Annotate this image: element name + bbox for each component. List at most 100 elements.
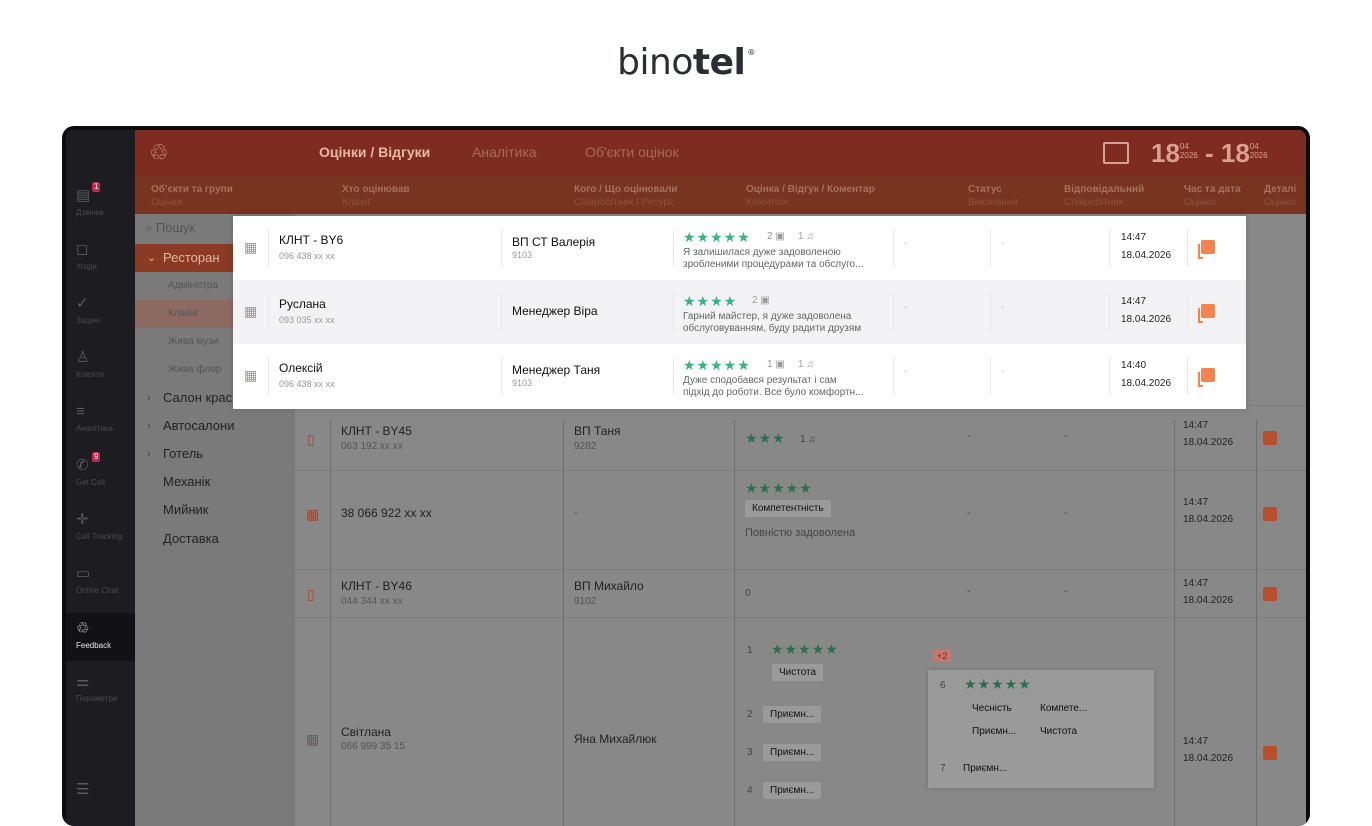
client-phone: 093 035 xx xx	[279, 315, 335, 325]
sidebar-item-online-chat[interactable]: ▭ Online Chat	[66, 566, 135, 620]
employee-name: Яна Михайлюк	[574, 732, 657, 746]
sidebar-item-deals[interactable]: ◻ Угоди	[66, 242, 135, 296]
responsible-value: -	[1001, 302, 1005, 313]
divider	[673, 294, 674, 330]
get-call-icon: ✆ 9	[76, 452, 101, 474]
employee-name: -	[574, 508, 578, 519]
sidebar-item-call-tracking[interactable]: ✛ Call Tracking	[66, 512, 135, 566]
client-name: КЛНТ - BY46	[341, 579, 412, 593]
tree-search[interactable]: ⌕ Пошук	[135, 220, 195, 236]
responsible-value: -	[1001, 238, 1005, 249]
sidebar-item-tasks[interactable]: ✓ Задачі	[66, 296, 135, 350]
tree-item-hotel[interactable]: › Готель	[135, 440, 295, 468]
table-row[interactable]: ▦ 38 066 922 xx xx - ★★★★★ Компетентніст…	[295, 472, 1306, 570]
rating-stars: ★★★★	[683, 293, 738, 309]
more-ratings-badge[interactable]: +2	[933, 650, 952, 662]
employee-name: ВП СТ Валерія	[512, 235, 596, 249]
details-button[interactable]	[1263, 507, 1277, 521]
divider	[1174, 420, 1175, 826]
employee-ext: 9103	[512, 378, 533, 388]
responsible-value: -	[1064, 586, 1068, 597]
col-time[interactable]: Час та дата Оцінки	[1184, 183, 1241, 209]
sub-rating-index: 7	[940, 763, 946, 774]
col-who[interactable]: Хто оцінював Клієнт	[342, 183, 410, 209]
table-row[interactable]: ▯ КЛНТ - BY45 063 192 xx xx ВП Таня 9282…	[295, 407, 1306, 471]
app-screen: ▤ 1 Дзвінки ◻ Угоди ✓ Задачі ♙ Клієнти ≡ Аналі…	[66, 130, 1306, 826]
col-whom[interactable]: Кого / Що оцінювали Співробітник / Ресурс	[574, 183, 677, 209]
rating-stars: ★★★★★	[683, 357, 751, 373]
status-value: -	[967, 586, 971, 597]
client-name: Олексій	[279, 361, 323, 375]
sidebar-item-calls[interactable]: ▤ 1 Дзвінки	[66, 182, 135, 242]
responsible-value: -	[1064, 431, 1068, 442]
table-row[interactable]: ▦ КЛНТ - BY6 096 438 xx xx ВП СТ Валерія…	[233, 216, 1246, 280]
photo-count: 2 ▣	[752, 295, 770, 306]
divider	[990, 230, 991, 266]
tab-ratings[interactable]: Оцінки / Відгуки	[319, 144, 430, 160]
tasks-icon: ✓	[76, 295, 89, 312]
tree-item[interactable]: Механік	[135, 468, 295, 496]
rating-tag: Чесність	[965, 700, 1019, 717]
client-phone: 096 438 xx xx	[279, 251, 335, 261]
client-phone: 044 344 xx xx	[341, 596, 403, 607]
sidebar-item-clients[interactable]: ♙ Клієнти	[66, 350, 135, 404]
divider	[501, 294, 502, 330]
feedback-logo-icon: ♲	[149, 140, 169, 165]
photo-count: 1 ▣	[767, 359, 785, 370]
table-row[interactable]: ▦ Руслана 093 035 xx xx Менеджер Віра ★★…	[233, 280, 1246, 344]
col-objects[interactable]: Об'єкти та групи Оцінки	[151, 183, 233, 209]
divider	[1109, 230, 1110, 266]
col-details[interactable]: Деталі Оцінки	[1264, 183, 1296, 209]
details-button[interactable]	[1263, 431, 1277, 445]
details-button[interactable]	[1198, 368, 1215, 387]
rating-stars: ★★★★★	[683, 229, 751, 245]
device-frame: ▤ 1 Дзвінки ◻ Угоди ✓ Задачі ♙ Клієнти ≡ Аналі…	[62, 126, 1310, 826]
sidebar-item-analytics[interactable]: ≡ Аналітика	[66, 404, 135, 458]
sidebar-item-feedback[interactable]: ♲ Feedback	[66, 613, 135, 661]
client-name: Світлана	[341, 725, 391, 739]
table-row[interactable]: ▦ Світлана 066 999 35 15 Яна Михайлюк 1 …	[295, 619, 1306, 826]
divider	[893, 294, 894, 330]
responsible-value: -	[1001, 366, 1005, 377]
details-button[interactable]	[1263, 587, 1277, 601]
clients-icon: ♙	[76, 349, 90, 366]
tree-item[interactable]: Доставка	[135, 525, 295, 553]
sidebar-menu-button[interactable]: ☰	[66, 782, 135, 826]
employee-ext: 9282	[574, 441, 597, 452]
employee-ext: 9102	[574, 596, 597, 607]
divider	[673, 358, 674, 394]
client-phone: 063 192 xx xx	[341, 441, 403, 452]
audio-count: 1 ♫	[798, 231, 814, 242]
details-button[interactable]	[1198, 304, 1215, 323]
deals-icon: ◻	[76, 241, 89, 258]
details-button[interactable]	[1263, 746, 1277, 760]
sub-rating-index: 3	[747, 747, 753, 758]
sidebar-item-get-call[interactable]: ✆ 9 Get Call	[66, 452, 135, 512]
rating-tag: Приємн...	[956, 760, 1015, 777]
divider	[1109, 294, 1110, 330]
phone-source-icon: ▯	[307, 586, 315, 602]
tree-item[interactable]: Мийник	[135, 496, 295, 524]
rating-comment: Дуже сподобався результат і сам підхід до…	[683, 375, 864, 398]
divider	[990, 358, 991, 394]
tree-item-auto[interactable]: › Автосалони	[135, 412, 295, 440]
rating-tag: Приємн...	[763, 782, 822, 799]
rating-tag: Компете...	[1033, 700, 1095, 717]
tab-objects[interactable]: Об'єкти оцінок	[585, 144, 679, 160]
table-row[interactable]: ▦ Олексій 096 438 xx xx Менеджер Таня 91…	[233, 344, 1246, 408]
divider	[268, 294, 269, 330]
table-row[interactable]: ▯ КЛНТ - BY46 044 344 xx xx ВП Михайло 9…	[295, 571, 1306, 618]
divider	[1256, 420, 1257, 826]
tab-analytics[interactable]: Аналітика	[472, 144, 537, 160]
calendar-icon[interactable]	[1103, 142, 1129, 164]
col-status[interactable]: Статус Виконання	[968, 183, 1018, 209]
sidebar-item-settings[interactable]: ⚌ Параметри	[66, 674, 135, 728]
col-rating[interactable]: Оцінка / Відгук / Коментар Клієнтом	[746, 183, 875, 209]
divider	[330, 420, 331, 826]
date-range[interactable]: 1804 2026 - 1804 2026	[1151, 138, 1268, 169]
details-button[interactable]	[1198, 240, 1215, 259]
client-phone: 096 438 xx xx	[279, 379, 335, 389]
divider	[501, 230, 502, 266]
rating-datetime: 14:40 18.04.2026	[1121, 360, 1172, 389]
col-responsible[interactable]: Відповідальний Співробітник	[1064, 183, 1144, 209]
